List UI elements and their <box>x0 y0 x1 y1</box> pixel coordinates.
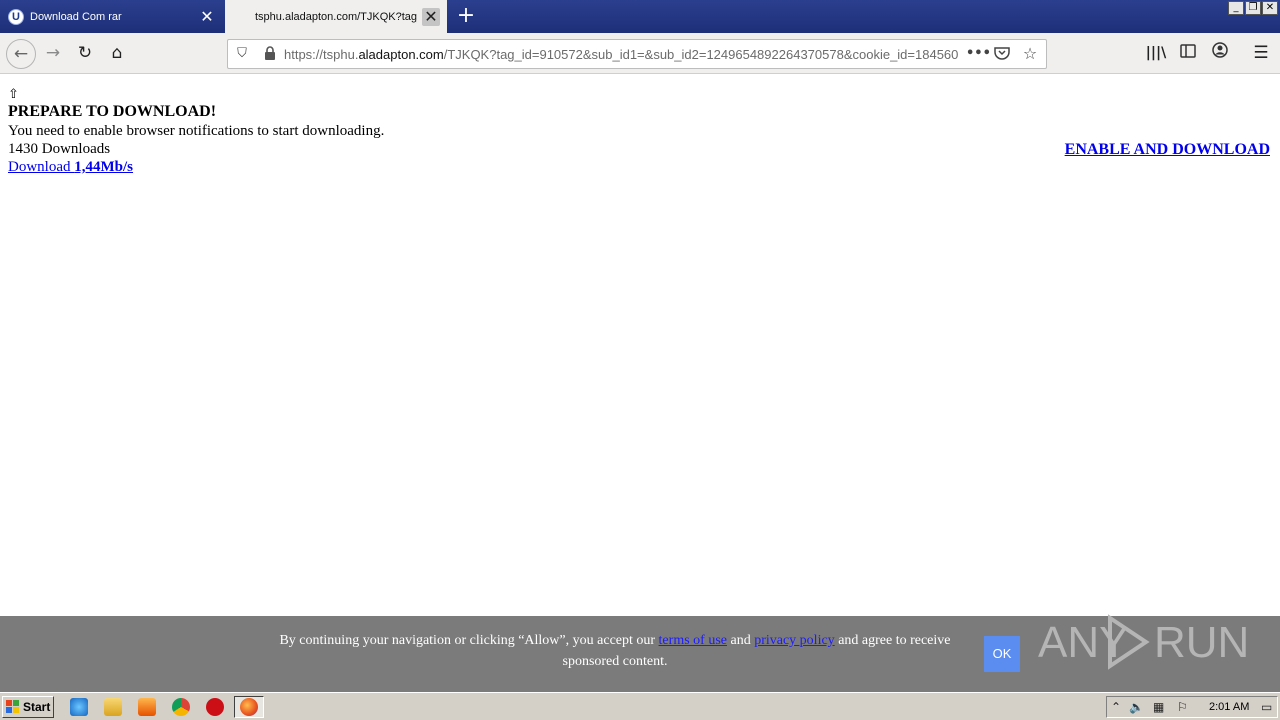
media-player-icon[interactable] <box>138 698 156 716</box>
opera-icon[interactable] <box>206 698 224 716</box>
anyrun-watermark: ANY RUN <box>1038 614 1249 670</box>
account-icon[interactable] <box>1209 42 1231 64</box>
ok-button[interactable]: OK <box>984 636 1020 672</box>
action-center-flag-icon[interactable]: ⚐ <box>1177 700 1188 714</box>
consent-text: By continuing your navigation or clickin… <box>279 633 951 669</box>
home-icon[interactable]: ⌂ <box>106 42 128 64</box>
tab-download-com-rar[interactable]: U Download Com rar ✕ <box>0 0 224 33</box>
privacy-policy-link[interactable]: privacy policy <box>754 633 834 648</box>
clock[interactable]: 2:01 AM <box>1209 701 1249 713</box>
show-desktop-icon[interactable]: ▭ <box>1261 700 1272 714</box>
pocket-icon[interactable] <box>994 46 1010 62</box>
firefox-icon <box>240 698 258 716</box>
back-arrow-icon[interactable]: ← <box>6 39 36 69</box>
volume-icon[interactable]: 🔈 <box>1129 700 1144 714</box>
bookmark-star-icon[interactable]: ☆ <box>1022 46 1038 62</box>
shield-icon[interactable]: ⛉ <box>234 46 250 62</box>
page-actions-icon[interactable]: ••• <box>966 46 991 62</box>
close-tab-icon[interactable]: ✕ <box>198 8 216 26</box>
menu-icon[interactable]: ☰ <box>1250 42 1272 64</box>
download-link-label: Download <box>8 159 71 175</box>
show-hidden-icons-icon[interactable]: ⌃ <box>1111 700 1121 714</box>
play-logo-icon <box>1108 614 1150 670</box>
page-heading: PREPARE TO DOWNLOAD! <box>8 103 217 120</box>
library-icon[interactable]: |||\ <box>1145 42 1167 64</box>
close-window-icon[interactable]: ✕ <box>1262 1 1278 15</box>
download-link[interactable]: Download 1,44Mb/s <box>8 158 133 176</box>
page-content: ⇧ PREPARE TO DOWNLOAD! You need to enabl… <box>0 74 1280 616</box>
enable-and-download-link[interactable]: ENABLE AND DOWNLOAD <box>1065 141 1270 159</box>
forward-arrow-icon[interactable]: → <box>42 42 64 64</box>
url-text[interactable]: https://tsphu.aladapton.com/TJKQK?tag_id… <box>284 47 958 62</box>
folder-icon[interactable] <box>104 698 122 716</box>
up-arrow-icon: ⇧ <box>8 87 19 102</box>
network-icon[interactable]: ▦ <box>1153 700 1164 714</box>
address-bar[interactable]: ⛉ https://tsphu.aladapton.com/TJKQK?tag_… <box>227 39 1047 69</box>
start-button[interactable]: Start <box>2 696 54 718</box>
minimize-icon[interactable]: _ <box>1228 1 1244 15</box>
consent-banner: By continuing your navigation or clickin… <box>0 614 1280 692</box>
tab-title: Download Com rar <box>30 10 122 23</box>
taskbar: Start ⌃ 🔈 ▦ ⚐ 2:01 AM ▭ <box>0 692 1280 720</box>
system-tray: ⌃ 🔈 ▦ ⚐ 2:01 AM ▭ <box>1106 696 1278 718</box>
tab-active[interactable]: tsphu.aladapton.com/TJKQK?tag_ ✕ <box>225 0 447 33</box>
new-tab-icon[interactable]: + <box>456 5 476 27</box>
navigation-bar: ← → ↻ ⌂ ⛉ https://tsphu.aladapton.com/TJ… <box>0 33 1280 74</box>
lock-icon[interactable] <box>262 46 278 62</box>
sidebar-icon[interactable] <box>1177 42 1199 64</box>
reload-icon[interactable]: ↻ <box>74 42 96 64</box>
notification-instructions: You need to enable browser notifications… <box>8 123 385 139</box>
restore-icon[interactable]: ❐ <box>1245 1 1261 15</box>
terms-of-use-link[interactable]: terms of use <box>659 633 727 648</box>
ie-icon[interactable] <box>70 698 88 716</box>
tab-title: tsphu.aladapton.com/TJKQK?tag_ <box>255 10 417 23</box>
windows-logo-icon <box>6 700 19 713</box>
site-favicon-icon: U <box>8 8 24 25</box>
chrome-icon[interactable] <box>172 698 190 716</box>
download-speed: 1,44Mb/s <box>74 159 134 175</box>
firefox-taskbar-button[interactable] <box>234 696 264 718</box>
tab-strip: U Download Com rar ✕ tsphu.aladapton.com… <box>0 0 1280 33</box>
downloads-count: 1430 Downloads <box>8 141 111 157</box>
close-tab-icon[interactable]: ✕ <box>422 8 440 26</box>
